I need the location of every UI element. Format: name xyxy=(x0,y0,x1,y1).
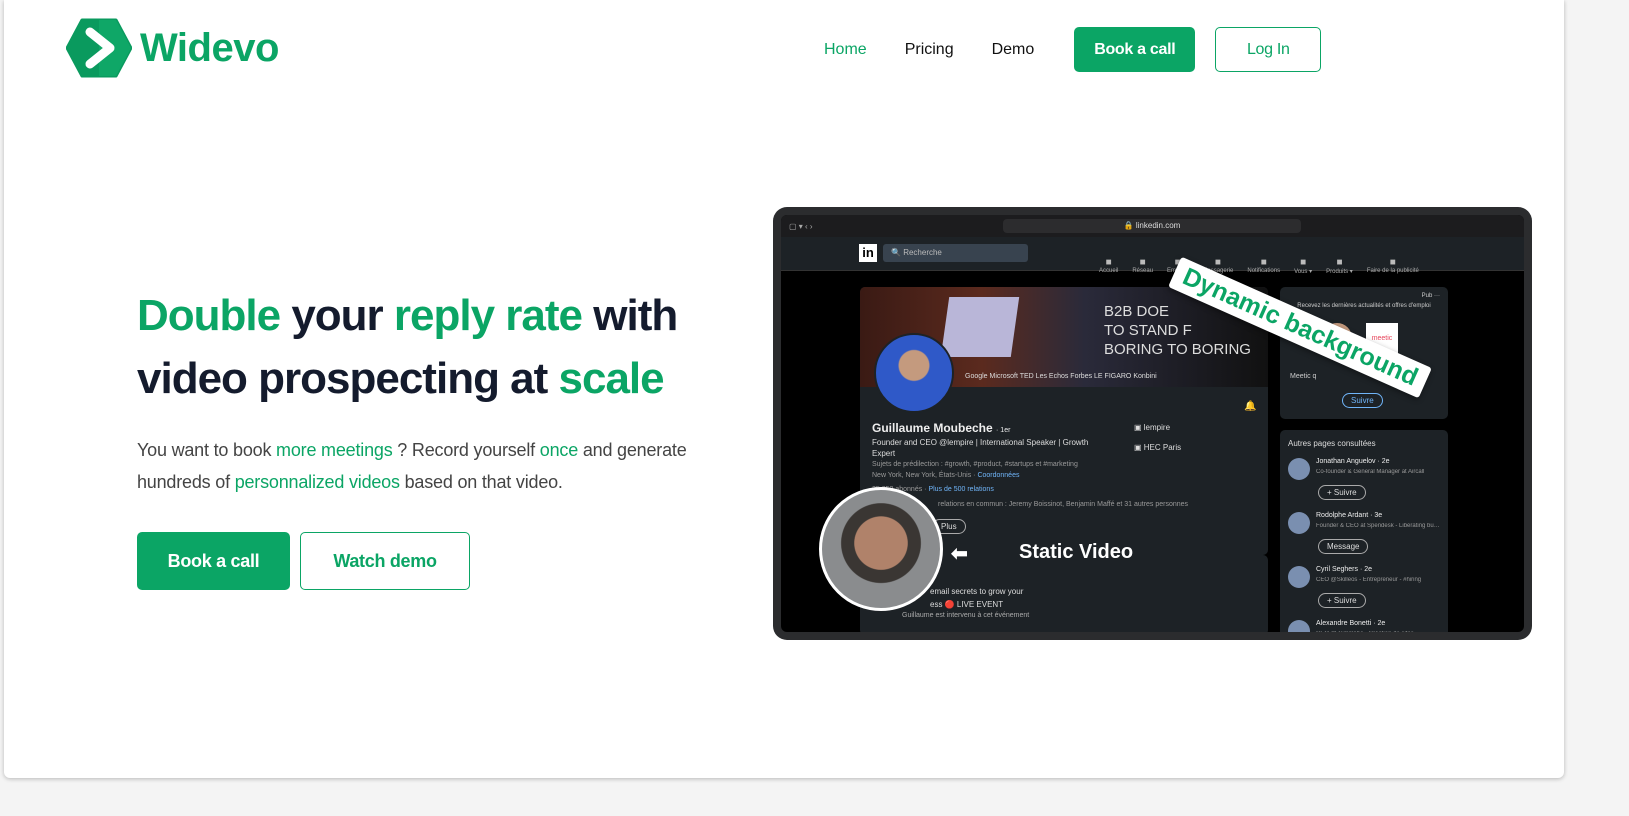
company-1: lempire xyxy=(1143,423,1171,432)
person-action-button: + Suivre xyxy=(1318,485,1366,500)
profile-relations: Plus de 500 relations xyxy=(928,486,994,493)
text-segment: Double xyxy=(137,291,281,340)
login-button[interactable]: Log In xyxy=(1215,27,1322,72)
widevo-logo-icon xyxy=(66,18,132,78)
linkedin-nav-item: ■ Notifications xyxy=(1247,257,1281,274)
linkedin-nav-item: ■ Accueil xyxy=(1099,257,1119,274)
text-segment: You want to book xyxy=(137,440,277,460)
other-pages-title: Autres pages consultées xyxy=(1288,439,1376,448)
profile-location: New York, New York, États-Unis · xyxy=(872,472,978,479)
person-action-button: Message xyxy=(1318,539,1369,554)
logo[interactable]: Widevo xyxy=(66,18,279,78)
profile-contact-link: Coordonnées xyxy=(977,472,1020,479)
text-segment: personnalized videos xyxy=(234,472,400,492)
linkedin-search: 🔍 Recherche xyxy=(883,244,1028,262)
person-desc: CEO @ Simplébo - Création de sites xyxy=(1316,631,1442,632)
text-segment: based on that video. xyxy=(399,472,563,492)
profile-common: relations en commun : Jeremy Boissinot, … xyxy=(938,501,1189,508)
linkedin-nav-item: ■ Faire de la publicité xyxy=(1366,257,1419,274)
banner-logos: Google Microsoft TED Les Echos Forbes LE… xyxy=(965,373,1157,380)
search-text: Recherche xyxy=(903,248,942,257)
linkedin-nav-item: ■ Produits ▾ xyxy=(1326,257,1353,275)
person-desc: Founder & CEO at Spendesk - Liberating b… xyxy=(1316,523,1442,529)
person-name: Rodolphe Ardant · 3e xyxy=(1316,512,1383,519)
text-segment: your xyxy=(280,291,394,340)
linkedin-logo-icon: in xyxy=(859,244,877,262)
text-segment: reply rate xyxy=(393,291,583,340)
post-line: Guillaume est intervenu à cet événement xyxy=(902,612,1030,619)
person-avatar xyxy=(1288,620,1310,632)
linkedin-nav-label: Accueil xyxy=(1099,268,1119,274)
linkedin-nav-item: ■ Réseau xyxy=(1132,257,1154,274)
text-segment: more meetings xyxy=(276,440,393,460)
profile-headline-2: Expert xyxy=(872,449,896,458)
company-2: HEC Paris xyxy=(1143,443,1182,452)
other-pages-card: Autres pages consultées Jonathan Anguelo… xyxy=(1280,430,1448,632)
nav-pricing[interactable]: Pricing xyxy=(905,41,954,59)
person-avatar xyxy=(1288,512,1310,534)
url-bar: 🔒 linkedin.com xyxy=(1003,219,1301,233)
person-desc: CEO @Skilleos - Entrepreneur - #hiring xyxy=(1316,577,1422,583)
nav-home[interactable]: Home xyxy=(824,41,867,59)
hero-subtitle: You want to book more meetings ? Record … xyxy=(137,434,717,498)
product-screenshot: ▢ ▾ ‹ › 🔒 linkedin.com in 🔍 Recherche ■ A… xyxy=(773,207,1532,640)
nav-demo[interactable]: Demo xyxy=(992,41,1035,59)
page: Widevo Home Pricing Demo Book a call Log… xyxy=(4,0,1564,778)
ad-label: Pub ··· xyxy=(1421,293,1440,299)
text-segment: once xyxy=(539,440,579,460)
text-segment: ? Record yourself xyxy=(392,440,540,460)
ad-sub: Meetic q xyxy=(1290,373,1317,380)
linkedin-nav-label: Réseau xyxy=(1132,268,1154,274)
post-line: ess 🔴 LIVE EVENT xyxy=(930,600,1004,609)
linkedin-nav: in 🔍 Recherche ■Accueil■Réseau■Emplois■M… xyxy=(781,237,1524,275)
profile-topics: Sujets de prédilection : #growth, #produ… xyxy=(872,461,1078,468)
profile-headline: Founder and CEO @lempire | International… xyxy=(872,438,1089,447)
url-text: linkedin.com xyxy=(1135,221,1181,230)
person-avatar xyxy=(1288,566,1310,588)
linkedin-nav-item: ■ Vous ▾ xyxy=(1294,257,1313,275)
person-name: Alexandre Bonetti · 2e xyxy=(1316,620,1386,627)
profile-degree: · 1er xyxy=(996,427,1011,434)
linkedin-nav-label: Vous ▾ xyxy=(1294,269,1313,275)
post-line: email secrets to grow your xyxy=(930,587,1024,596)
top-nav: Home Pricing Demo Book a call Log In xyxy=(824,27,1322,72)
ad-follow-button: Suivre xyxy=(1342,393,1383,408)
banner-line: BORING TO BORING xyxy=(1104,341,1251,358)
profile-avatar xyxy=(874,333,954,413)
browser-toolbar: ▢ ▾ ‹ › 🔒 linkedin.com xyxy=(781,215,1524,237)
linkedin-nav-label: Faire de la publicité xyxy=(1366,268,1419,274)
brand-name: Widevo xyxy=(140,25,279,70)
profile-name: Guillaume Moubeche xyxy=(872,421,993,435)
person-name: Cyril Seghers · 2e xyxy=(1316,566,1373,573)
ad-text: Recevez les dernières actualités et offr… xyxy=(1297,303,1431,309)
hero-title: Double your reply rate with video prospe… xyxy=(137,284,757,410)
bell-icon: 🔔 xyxy=(1244,401,1257,412)
banner-line: TO STAND F xyxy=(1104,322,1192,339)
watch-demo-button[interactable]: Watch demo xyxy=(300,532,470,590)
text-segment: scale xyxy=(558,354,665,403)
person-action-button: + Suivre xyxy=(1318,593,1366,608)
person-name: Jonathan Anguelov · 2e xyxy=(1316,458,1390,465)
book-call-button[interactable]: Book a call xyxy=(137,532,290,590)
static-video-label: Static Video xyxy=(1019,541,1134,563)
person-desc: Co-founder & General Manager at Aircall xyxy=(1316,469,1425,475)
nav-book-call-button[interactable]: Book a call xyxy=(1074,27,1196,72)
linkedin-nav-label: Produits ▾ xyxy=(1326,269,1353,275)
linkedin-nav-label: Notifications xyxy=(1247,268,1281,274)
arrow-left-icon: ⬅ xyxy=(951,543,968,565)
person-avatar xyxy=(1288,458,1310,480)
static-video-bubble xyxy=(819,487,943,611)
